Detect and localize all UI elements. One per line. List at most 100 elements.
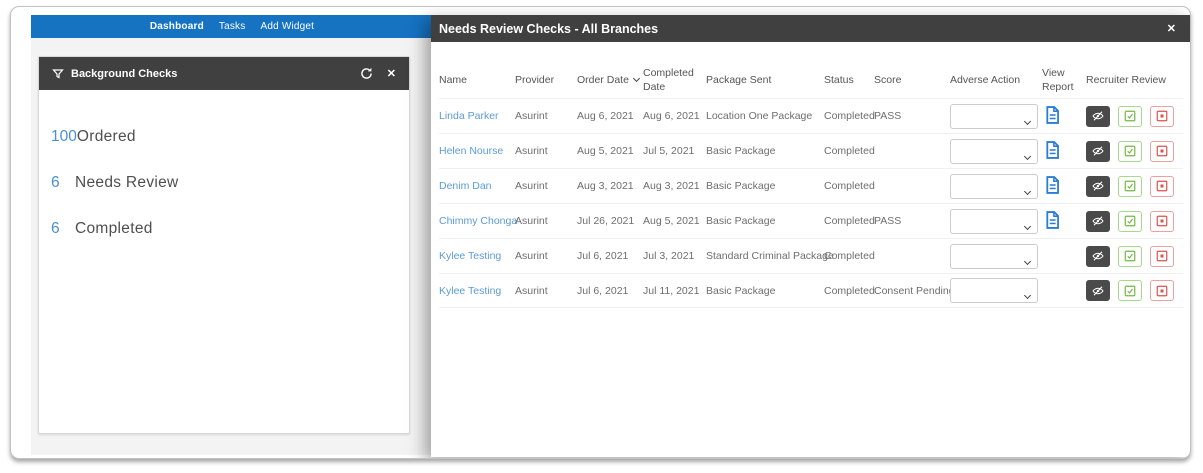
- view-report-icon[interactable]: [1044, 211, 1061, 229]
- table-row: Kylee Testing Asurint Jul 6, 2021 Jul 11…: [439, 273, 1183, 308]
- stat-value: 6: [51, 174, 75, 192]
- top-navbar: Dashboard Tasks Add Widget: [31, 15, 433, 38]
- view-report-icon[interactable]: [1044, 176, 1061, 194]
- stat-needs-review[interactable]: 6 Needs Review: [51, 174, 409, 192]
- nav-item-dashboard[interactable]: Dashboard: [150, 21, 204, 32]
- order-date-cell: Jul 26, 2021: [577, 215, 643, 227]
- filter-icon[interactable]: [52, 68, 64, 80]
- package-sent-cell: Basic Package: [706, 145, 824, 157]
- mark-not-reviewed-button[interactable]: [1086, 211, 1110, 232]
- widget-header: Background Checks ✕: [39, 57, 409, 90]
- order-date-cell: Jul 6, 2021: [577, 285, 643, 297]
- modal-close-icon[interactable]: ✕: [1167, 22, 1176, 35]
- adverse-action-select-wrap: [950, 110, 1038, 122]
- modal-header: Needs Review Checks - All Branches ✕: [431, 15, 1191, 42]
- completed-date-cell: Aug 5, 2021: [643, 215, 706, 227]
- column-header-view-report[interactable]: View Report: [1042, 67, 1086, 94]
- adverse-action-select[interactable]: [950, 104, 1038, 129]
- adverse-action-select-wrap: [950, 180, 1038, 192]
- needs-review-modal: Needs Review Checks - All Branches ✕ Nam…: [431, 15, 1191, 457]
- order-date-cell: Aug 6, 2021: [577, 110, 643, 122]
- nav-item-tasks[interactable]: Tasks: [219, 21, 246, 32]
- package-sent-cell: Standard Criminal Package: [706, 250, 824, 262]
- score-cell: PASS: [874, 110, 950, 122]
- reject-review-button[interactable]: [1150, 141, 1174, 162]
- candidate-name-link[interactable]: Denim Dan: [439, 180, 515, 192]
- view-report-icon[interactable]: [1044, 141, 1061, 159]
- adverse-action-select-wrap: [950, 215, 1038, 227]
- order-date-cell: Jul 6, 2021: [577, 250, 643, 262]
- candidate-name-link[interactable]: Kylee Testing: [439, 285, 515, 297]
- candidate-name-link[interactable]: Helen Nourse: [439, 145, 515, 157]
- stat-completed[interactable]: 6 Completed: [51, 220, 409, 238]
- adverse-action-select[interactable]: [950, 209, 1038, 234]
- mark-not-reviewed-button[interactable]: [1086, 106, 1110, 127]
- status-cell: Completed: [824, 215, 874, 227]
- stat-label: Completed: [75, 220, 153, 238]
- approve-review-button[interactable]: [1118, 280, 1142, 301]
- table-header-row: Name Provider Order Date Completed Date …: [439, 64, 1183, 98]
- column-header-provider[interactable]: Provider: [515, 74, 577, 88]
- status-cell: Completed: [824, 110, 874, 122]
- approve-review-button[interactable]: [1118, 176, 1142, 197]
- column-header-recruiter-review[interactable]: Recruiter Review: [1086, 74, 1183, 88]
- mark-not-reviewed-button[interactable]: [1086, 176, 1110, 197]
- package-sent-cell: Basic Package: [706, 215, 824, 227]
- sort-desc-icon: [633, 75, 640, 82]
- refresh-icon[interactable]: [360, 67, 373, 80]
- stat-value: 100: [51, 128, 77, 146]
- approve-review-button[interactable]: [1118, 211, 1142, 232]
- column-header-adverse-action[interactable]: Adverse Action: [950, 74, 1042, 88]
- widget-close-icon[interactable]: ✕: [387, 67, 396, 80]
- column-header-package-sent[interactable]: Package Sent: [706, 74, 824, 88]
- package-sent-cell: Basic Package: [706, 285, 824, 297]
- reject-review-button[interactable]: [1150, 106, 1174, 127]
- score-cell: PASS: [874, 215, 950, 227]
- provider-cell: Asurint: [515, 145, 577, 157]
- mark-not-reviewed-button[interactable]: [1086, 246, 1110, 267]
- adverse-action-select[interactable]: [950, 278, 1038, 303]
- candidate-name-link[interactable]: Kylee Testing: [439, 250, 515, 262]
- modal-title: Needs Review Checks - All Branches: [439, 22, 1167, 36]
- completed-date-cell: Jul 11, 2021: [643, 285, 706, 297]
- completed-date-cell: Jul 5, 2021: [643, 145, 706, 157]
- provider-cell: Asurint: [515, 180, 577, 192]
- reject-review-button[interactable]: [1150, 280, 1174, 301]
- order-date-cell: Aug 5, 2021: [577, 145, 643, 157]
- adverse-action-select-wrap: [950, 284, 1038, 296]
- adverse-action-select[interactable]: [950, 139, 1038, 164]
- adverse-action-select-wrap: [950, 250, 1038, 262]
- app-window: Dashboard Tasks Add Widget Background Ch…: [10, 6, 1191, 459]
- column-header-order-date[interactable]: Order Date: [577, 74, 643, 88]
- candidate-name-link[interactable]: Chimmy Chonga: [439, 215, 515, 227]
- checks-table: Name Provider Order Date Completed Date …: [431, 64, 1191, 308]
- column-header-completed-date[interactable]: Completed Date: [643, 67, 706, 94]
- reject-review-button[interactable]: [1150, 246, 1174, 267]
- reject-review-button[interactable]: [1150, 176, 1174, 197]
- package-sent-cell: Location One Package: [706, 110, 824, 122]
- status-cell: Completed: [824, 285, 874, 297]
- reject-review-button[interactable]: [1150, 211, 1174, 232]
- status-cell: Completed: [824, 145, 874, 157]
- approve-review-button[interactable]: [1118, 246, 1142, 267]
- table-row: Linda Parker Asurint Aug 6, 2021 Aug 6, …: [439, 98, 1183, 133]
- approve-review-button[interactable]: [1118, 106, 1142, 127]
- provider-cell: Asurint: [515, 110, 577, 122]
- nav-item-add-widget[interactable]: Add Widget: [260, 21, 314, 32]
- view-report-icon[interactable]: [1044, 106, 1061, 124]
- column-header-status[interactable]: Status: [824, 74, 874, 88]
- candidate-name-link[interactable]: Linda Parker: [439, 110, 515, 122]
- order-date-cell: Aug 3, 2021: [577, 180, 643, 192]
- mark-not-reviewed-button[interactable]: [1086, 280, 1110, 301]
- status-cell: Completed: [824, 180, 874, 192]
- completed-date-cell: Aug 6, 2021: [643, 110, 706, 122]
- column-header-score[interactable]: Score: [874, 74, 950, 88]
- column-header-name[interactable]: Name: [439, 74, 515, 88]
- adverse-action-select[interactable]: [950, 174, 1038, 199]
- stat-ordered[interactable]: 100 Ordered: [51, 128, 409, 146]
- approve-review-button[interactable]: [1118, 141, 1142, 162]
- mark-not-reviewed-button[interactable]: [1086, 141, 1110, 162]
- completed-date-cell: Jul 3, 2021: [643, 250, 706, 262]
- adverse-action-select[interactable]: [950, 244, 1038, 269]
- stat-value: 6: [51, 220, 75, 238]
